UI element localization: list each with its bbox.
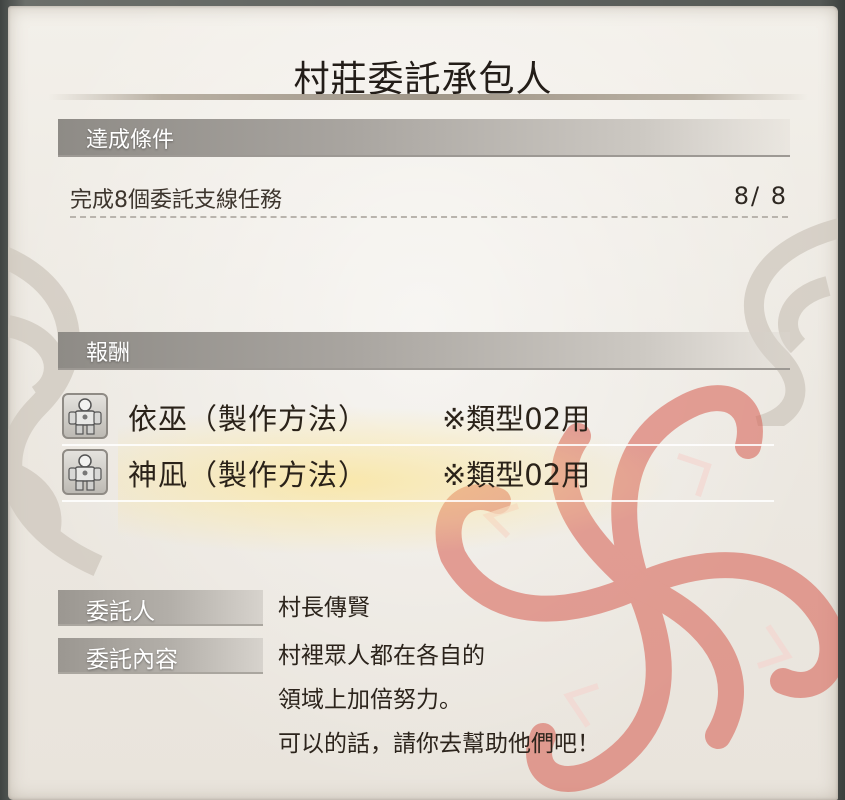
- armor-icon: [62, 393, 108, 439]
- rewards-header-label: 報酬: [86, 341, 131, 366]
- quest-panel: 村莊委託承包人 達成條件 完成8個委託支線任務 8/ 8 報酬 依巫（製作方法）…: [8, 6, 838, 800]
- reward-item[interactable]: 依巫（製作方法） ※類型02用: [62, 390, 774, 446]
- client-name: 村長傳賢: [278, 595, 370, 621]
- reward-item[interactable]: 神凪（製作方法） ※類型02用: [62, 446, 774, 502]
- details-text: 村裡眾人都在各自的 領域上加倍努力。 可以的話，請你去幫助他們吧！: [278, 634, 600, 766]
- armor-icon: [62, 449, 108, 495]
- details-label-bar: 委託內容: [58, 638, 263, 674]
- details-line: 領域上加倍努力。: [278, 687, 462, 713]
- details-label: 委託內容: [86, 647, 178, 673]
- condition-text: 完成8個委託支線任務: [70, 188, 282, 213]
- title-divider: [48, 94, 808, 100]
- condition-progress: 8/ 8: [733, 182, 788, 210]
- reward-name: 依巫（製作方法）: [128, 402, 369, 436]
- reward-note: ※類型02用: [442, 402, 591, 436]
- conditions-header-label: 達成條件: [86, 128, 175, 153]
- client-label: 委託人: [86, 599, 155, 625]
- reward-note: ※類型02用: [442, 458, 591, 492]
- details-line: 村裡眾人都在各自的: [278, 643, 485, 669]
- reward-name: 神凪（製作方法）: [128, 458, 369, 492]
- rewards-header: 報酬: [58, 332, 790, 370]
- condition-row: 完成8個委託支線任務 8/ 8: [70, 180, 788, 218]
- client-label-bar: 委託人: [58, 590, 263, 626]
- conditions-header: 達成條件: [58, 119, 790, 157]
- details-line: 可以的話，請你去幫助他們吧！: [278, 731, 600, 757]
